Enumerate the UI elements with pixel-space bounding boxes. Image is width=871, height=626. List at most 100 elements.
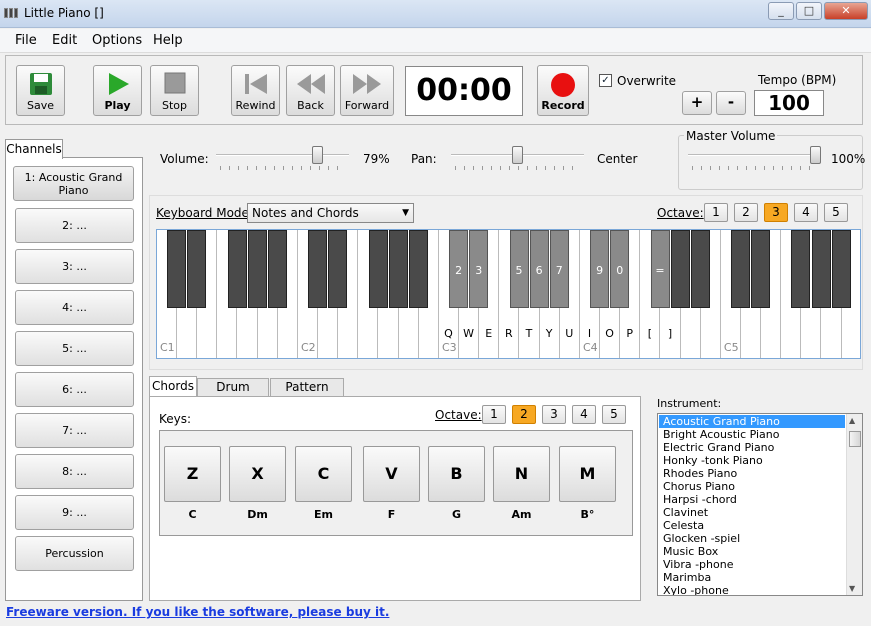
- chord-octave-2[interactable]: 2: [512, 405, 536, 424]
- menu-edit[interactable]: Edit: [52, 33, 77, 48]
- instrument-item[interactable]: Marimba: [659, 571, 845, 584]
- black-key[interactable]: 2: [449, 230, 469, 308]
- tab-chords[interactable]: Chords: [149, 376, 197, 398]
- channel-percussion-button[interactable]: Percussion: [15, 536, 134, 571]
- chord-octave-4[interactable]: 4: [572, 405, 596, 424]
- black-key[interactable]: 7: [549, 230, 569, 308]
- black-key[interactable]: 0: [610, 230, 630, 308]
- chord-key-button[interactable]: N: [493, 446, 550, 502]
- black-key[interactable]: [267, 230, 287, 308]
- chord-key-button[interactable]: C: [295, 446, 352, 502]
- chord-octave-3[interactable]: 3: [542, 405, 566, 424]
- channel-4-button[interactable]: 4: ...: [15, 290, 134, 325]
- back-button[interactable]: Back: [286, 65, 335, 116]
- black-key[interactable]: [751, 230, 771, 308]
- black-key[interactable]: [670, 230, 690, 308]
- keyboard-octave-3[interactable]: 3: [764, 203, 788, 222]
- overwrite-checkbox[interactable]: ✓: [599, 74, 612, 87]
- chord-octave-1[interactable]: 1: [482, 405, 506, 424]
- scroll-thumb[interactable]: [849, 431, 861, 447]
- freeware-link[interactable]: Freeware version. If you like the softwa…: [6, 605, 389, 619]
- chord-key-button[interactable]: V: [363, 446, 420, 502]
- tempo-minus-button[interactable]: -: [716, 91, 746, 115]
- instrument-item[interactable]: Vibra -phone: [659, 558, 845, 571]
- black-key[interactable]: [811, 230, 831, 308]
- save-button[interactable]: Save: [16, 65, 65, 116]
- chord-octave-5[interactable]: 5: [602, 405, 626, 424]
- keyboard-octave-5[interactable]: 5: [824, 203, 848, 222]
- instrument-item[interactable]: Electric Grand Piano: [659, 441, 845, 454]
- tab-drum-pattern[interactable]: Drum Pattern: [197, 378, 269, 411]
- black-key[interactable]: [388, 230, 408, 308]
- black-key[interactable]: 5: [509, 230, 529, 308]
- channel-8-button[interactable]: 8: ...: [15, 454, 134, 489]
- tab-channels[interactable]: Channels: [5, 139, 63, 159]
- chord-key-button[interactable]: B: [428, 446, 485, 502]
- black-key[interactable]: =: [650, 230, 670, 308]
- black-key[interactable]: [690, 230, 710, 308]
- scroll-down-icon[interactable]: ▼: [849, 584, 855, 593]
- pan-slider[interactable]: [512, 146, 523, 164]
- channel-6-button[interactable]: 6: ...: [15, 372, 134, 407]
- instrument-item[interactable]: Music Box: [659, 545, 845, 558]
- forward-button[interactable]: Forward: [340, 65, 394, 116]
- black-key[interactable]: [247, 230, 267, 308]
- close-button[interactable]: ✕: [824, 2, 868, 20]
- black-key[interactable]: [187, 230, 207, 308]
- chord-key-button[interactable]: Z: [164, 446, 221, 502]
- black-key[interactable]: [227, 230, 247, 308]
- instrument-item[interactable]: Harpsi -chord: [659, 493, 845, 506]
- tab-pattern-editor[interactable]: Pattern Editor: [270, 378, 344, 411]
- instrument-item[interactable]: Xylo -phone: [659, 584, 845, 595]
- instrument-item[interactable]: Acoustic Grand Piano: [659, 415, 845, 428]
- minimize-button[interactable]: _: [768, 2, 794, 20]
- keyboard-mode-select[interactable]: Notes and Chords ▼: [247, 203, 414, 223]
- maximize-button[interactable]: □: [796, 2, 822, 20]
- keyboard-octave-1[interactable]: 1: [704, 203, 728, 222]
- chord-key-button[interactable]: M: [559, 446, 616, 502]
- rewind-button[interactable]: Rewind: [231, 65, 280, 116]
- instrument-item[interactable]: Rhodes Piano: [659, 467, 845, 480]
- menu-file[interactable]: File: [15, 33, 37, 48]
- master-volume-slider[interactable]: [810, 146, 821, 164]
- channel-9-button[interactable]: 9: ...: [15, 495, 134, 530]
- menu-options[interactable]: Options: [92, 33, 142, 48]
- stop-button[interactable]: Stop: [150, 65, 199, 116]
- instrument-item[interactable]: Bright Acoustic Piano: [659, 428, 845, 441]
- keyboard-octave-2[interactable]: 2: [734, 203, 758, 222]
- black-key[interactable]: [368, 230, 388, 308]
- scroll-up-icon[interactable]: ▲: [849, 416, 855, 425]
- play-button[interactable]: Play: [93, 65, 142, 116]
- channel-7-button[interactable]: 7: ...: [15, 413, 134, 448]
- tempo-value[interactable]: 100: [754, 90, 824, 116]
- instrument-item[interactable]: Glocken -spiel: [659, 532, 845, 545]
- instrument-item[interactable]: Celesta: [659, 519, 845, 532]
- instrument-scrollbar[interactable]: ▲ ▼: [846, 414, 862, 595]
- black-key[interactable]: 3: [469, 230, 489, 308]
- channel-2-button[interactable]: 2: ...: [15, 208, 134, 243]
- black-key[interactable]: [408, 230, 428, 308]
- keyboard-octave-4[interactable]: 4: [794, 203, 818, 222]
- channel-1-button[interactable]: 1: Acoustic Grand Piano: [13, 166, 134, 201]
- instrument-item[interactable]: Clavinet: [659, 506, 845, 519]
- black-key[interactable]: [328, 230, 348, 308]
- overwrite-label: Overwrite: [617, 74, 677, 88]
- instrument-item[interactable]: Chorus Piano: [659, 480, 845, 493]
- volume-slider[interactable]: [312, 146, 324, 164]
- chord-key-button[interactable]: X: [229, 446, 286, 502]
- black-key[interactable]: [167, 230, 187, 308]
- instrument-item[interactable]: Honky -tonk Piano: [659, 454, 845, 467]
- black-key[interactable]: [731, 230, 751, 308]
- record-button[interactable]: Record: [537, 65, 589, 116]
- black-key[interactable]: 9: [590, 230, 610, 308]
- menu-help[interactable]: Help: [153, 33, 183, 48]
- black-key[interactable]: [791, 230, 811, 308]
- black-key[interactable]: [308, 230, 328, 308]
- channel-3-button[interactable]: 3: ...: [15, 249, 134, 284]
- black-key[interactable]: 6: [529, 230, 549, 308]
- channel-5-button[interactable]: 5: ...: [15, 331, 134, 366]
- tempo-plus-button[interactable]: +: [682, 91, 712, 115]
- instrument-list[interactable]: Acoustic Grand Piano Bright Acoustic Pian…: [657, 413, 863, 596]
- piano-keyboard[interactable]: C1 C2 C3 Q W E R T Y U C4 I O P [] C5 2 3 5 6 7 9 0 =: [156, 229, 861, 359]
- black-key[interactable]: [831, 230, 851, 308]
